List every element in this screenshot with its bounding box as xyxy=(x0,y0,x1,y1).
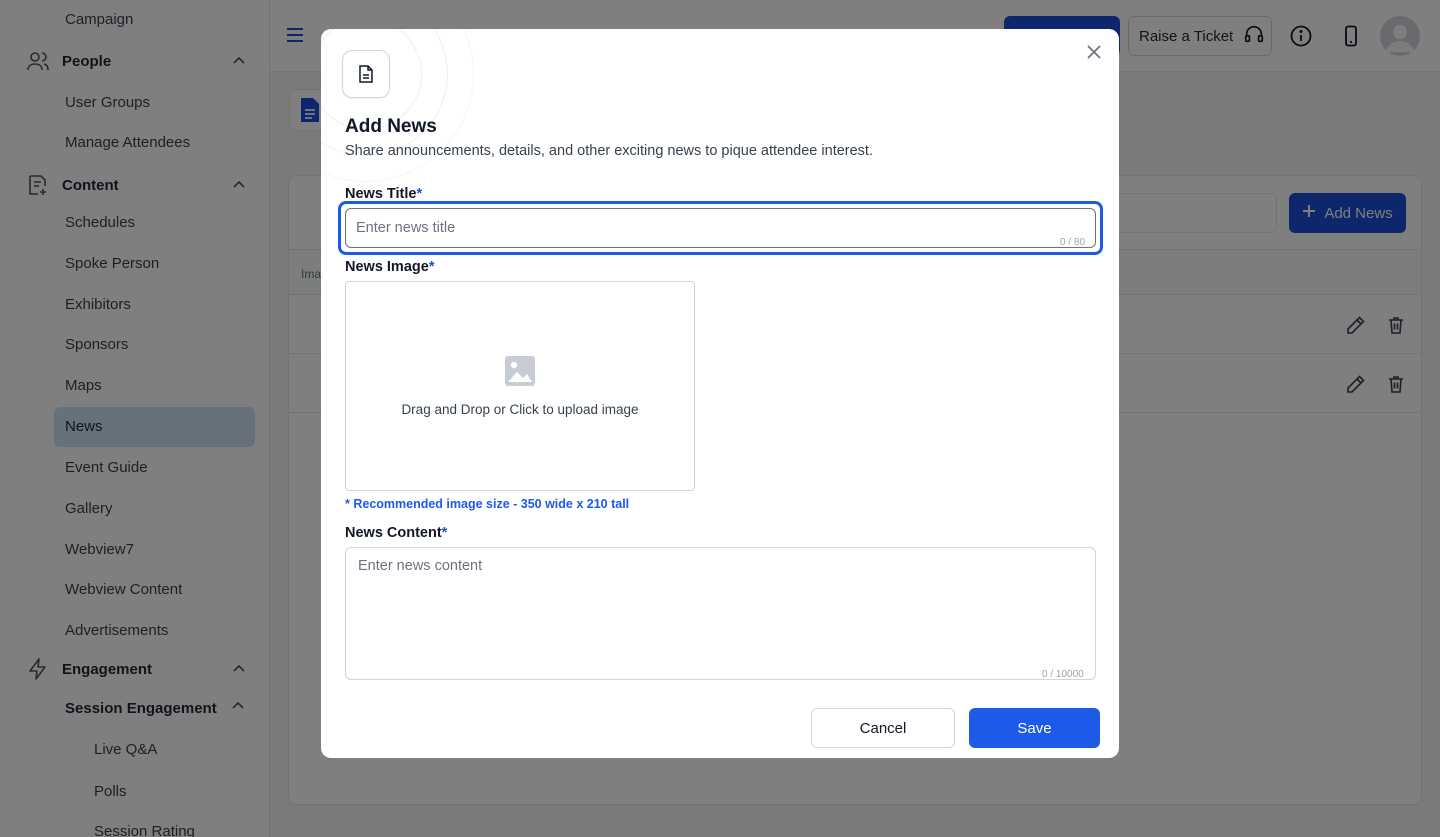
modal-title: Add News xyxy=(345,116,437,137)
news-image-label-text: News Image xyxy=(345,259,429,275)
cancel-button[interactable]: Cancel xyxy=(811,708,955,748)
required-mark: * xyxy=(441,525,448,541)
news-title-counter: 0 / 80 xyxy=(1060,237,1086,248)
news-content-label-text: News Content xyxy=(345,525,442,541)
news-content-textarea[interactable] xyxy=(345,547,1096,680)
modal-subtitle: Share announcements, details, and other … xyxy=(345,143,873,159)
close-icon xyxy=(1086,44,1102,65)
image-size-recommendation: * Recommended image size - 350 wide x 21… xyxy=(345,497,630,511)
add-news-modal: Add News Share announcements, details, a… xyxy=(321,29,1119,758)
news-content-label: News Content* xyxy=(345,525,447,541)
news-title-label-text: News Title xyxy=(345,186,417,202)
news-content-counter: 0 / 10000 xyxy=(1042,669,1084,680)
news-image-label: News Image* xyxy=(345,259,434,275)
news-title-label: News Title* xyxy=(345,186,422,202)
close-button[interactable] xyxy=(1083,43,1105,65)
upload-instructions: Drag and Drop or Click to upload image xyxy=(401,402,639,417)
required-mark: * xyxy=(428,259,435,275)
save-button[interactable]: Save xyxy=(969,708,1100,748)
image-placeholder-icon xyxy=(504,355,536,392)
required-mark: * xyxy=(416,186,423,202)
news-title-input[interactable] xyxy=(345,208,1096,248)
image-upload-dropzone[interactable]: Drag and Drop or Click to upload image xyxy=(345,281,695,491)
document-icon xyxy=(342,50,390,98)
